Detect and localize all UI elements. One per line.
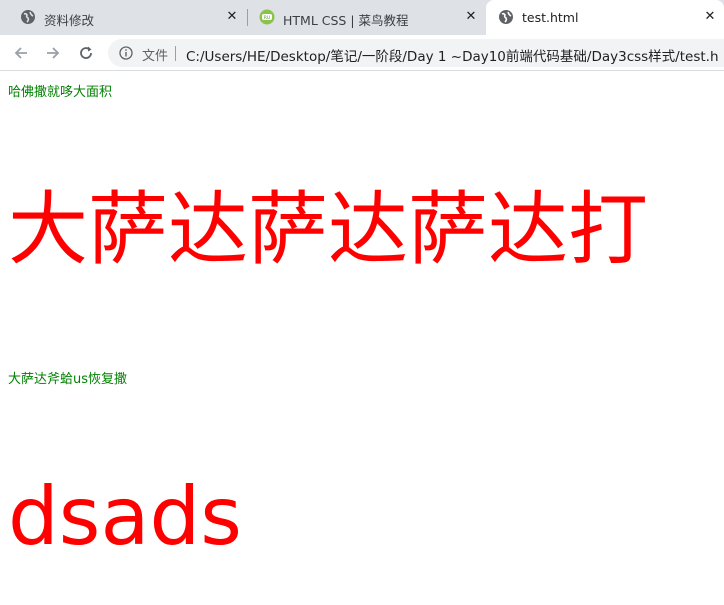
tab-3[interactable]: test.html ✕ xyxy=(486,0,724,35)
tab-3-title: test.html xyxy=(522,10,579,25)
paragraph-2: 大萨达斧蛤us恢复撒 xyxy=(8,372,128,387)
forward-button[interactable] xyxy=(42,42,64,64)
globe-icon xyxy=(499,10,513,24)
tab-1[interactable]: 资料修改 ✕ xyxy=(0,0,247,35)
globe-icon xyxy=(21,10,35,24)
heading-2: dsads xyxy=(8,470,242,563)
arrow-right-icon xyxy=(47,47,60,59)
reload-icon xyxy=(80,46,92,59)
url-text[interactable]: C:/Users/HE/Desktop/笔记/一阶段/Day 1 ~Day10前… xyxy=(186,45,719,65)
browser-toolbar: 文件 C:/Users/HE/Desktop/笔记/一阶段/Day 1 ~Day… xyxy=(0,35,724,71)
heading-1: 大萨达萨达萨达打 xyxy=(8,183,648,276)
close-icon[interactable]: ✕ xyxy=(702,9,718,25)
svg-text:RU: RU xyxy=(264,15,270,21)
url-divider xyxy=(175,46,176,61)
tab-1-title: 资料修改 xyxy=(44,13,95,28)
page-content: 哈佛撒就哆大面积 大萨达萨达萨达打 大萨达斧蛤us恢复撒 dsads xyxy=(0,72,724,605)
runoob-icon: RU xyxy=(259,9,275,25)
reload-button[interactable] xyxy=(75,42,97,64)
address-bar[interactable]: 文件 C:/Users/HE/Desktop/笔记/一阶段/Day 1 ~Day… xyxy=(108,39,724,67)
close-icon[interactable]: ✕ xyxy=(463,9,479,25)
paragraph-1: 哈佛撒就哆大面积 xyxy=(8,85,113,100)
info-icon[interactable] xyxy=(119,46,133,60)
back-button[interactable] xyxy=(10,42,32,64)
scheme-label: 文件 xyxy=(142,49,169,64)
close-icon[interactable]: ✕ xyxy=(224,9,240,25)
tab-2-title: HTML CSS | 菜鸟教程 xyxy=(283,13,409,28)
arrow-left-icon xyxy=(14,47,27,59)
tab-strip: 资料修改 ✕ RU HTML CSS | 菜鸟教程 ✕ test.html ✕ xyxy=(0,0,724,35)
tab-2[interactable]: RU HTML CSS | 菜鸟教程 ✕ xyxy=(248,0,488,35)
